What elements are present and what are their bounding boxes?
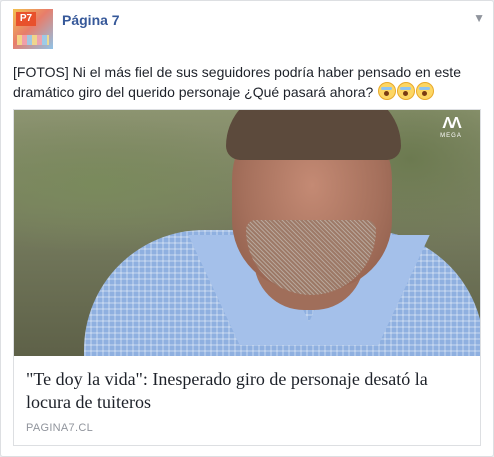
link-domain: PAGINA7.CL (26, 422, 93, 434)
link-preview-card[interactable]: ΛΛ MEGA "Te doy la vida": Inesperado gir… (13, 109, 481, 446)
mega-watermark: ΛΛ MEGA (438, 116, 464, 142)
chevron-down-icon[interactable]: ▼ (473, 11, 485, 25)
mega-logo-icon: ΛΛ (442, 115, 461, 132)
scream-emoji-icon (378, 82, 397, 100)
page-logo: P7 (16, 12, 36, 26)
page-name-link[interactable]: Página 7 (62, 12, 120, 28)
link-preview-image[interactable]: ΛΛ MEGA (14, 110, 480, 356)
post-text-block: [FOTOS] Ni el más fiel de sus seguidores… (13, 63, 483, 102)
page-avatar[interactable]: P7 (13, 9, 53, 49)
scream-emoji-icon (416, 82, 435, 100)
avatar-decoration (17, 35, 49, 45)
feed-post: P7 Página 7 ▼ [FOTOS] Ni el más fiel de … (0, 0, 494, 457)
mega-watermark-text: MEGA (440, 133, 462, 139)
link-title[interactable]: "Te doy la vida": Inesperado giro de per… (26, 368, 470, 414)
scream-emoji-icon (397, 82, 416, 100)
hair-shape (226, 110, 401, 160)
